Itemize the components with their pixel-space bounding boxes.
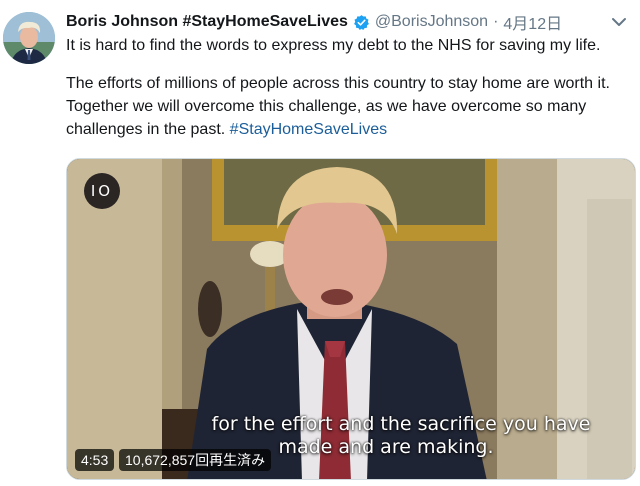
- tweet-paragraph-1: It is hard to find the words to express …: [66, 37, 601, 54]
- brand-badge: IO: [84, 173, 120, 209]
- tweet-paragraph-2: The efforts of millions of people across…: [66, 72, 636, 141]
- avatar[interactable]: [3, 12, 55, 64]
- video-view-count: 10,672,857回再生済み: [119, 449, 272, 471]
- avatar-photo: [3, 12, 55, 64]
- tweet-header: Boris Johnson #StayHomeSaveLives @BorisJ…: [66, 11, 632, 33]
- verified-badge-icon: [353, 14, 369, 30]
- chevron-down-icon[interactable]: [610, 15, 628, 29]
- user-handle[interactable]: @BorisJohnson: [375, 13, 488, 31]
- separator-dot: ·: [493, 13, 499, 30]
- tweet-timestamp[interactable]: 4月12日: [503, 10, 562, 34]
- subtitle-line-1: for the effort and the sacrifice you hav…: [211, 413, 591, 435]
- tweet-body: It is hard to find the words to express …: [66, 34, 636, 141]
- hashtag-link[interactable]: #StayHomeSaveLives: [230, 121, 387, 138]
- video-player[interactable]: IO for the effort and the sacrifice you …: [66, 158, 636, 480]
- display-name[interactable]: Boris Johnson #StayHomeSaveLives: [66, 13, 348, 31]
- video-duration: 4:53: [75, 449, 115, 471]
